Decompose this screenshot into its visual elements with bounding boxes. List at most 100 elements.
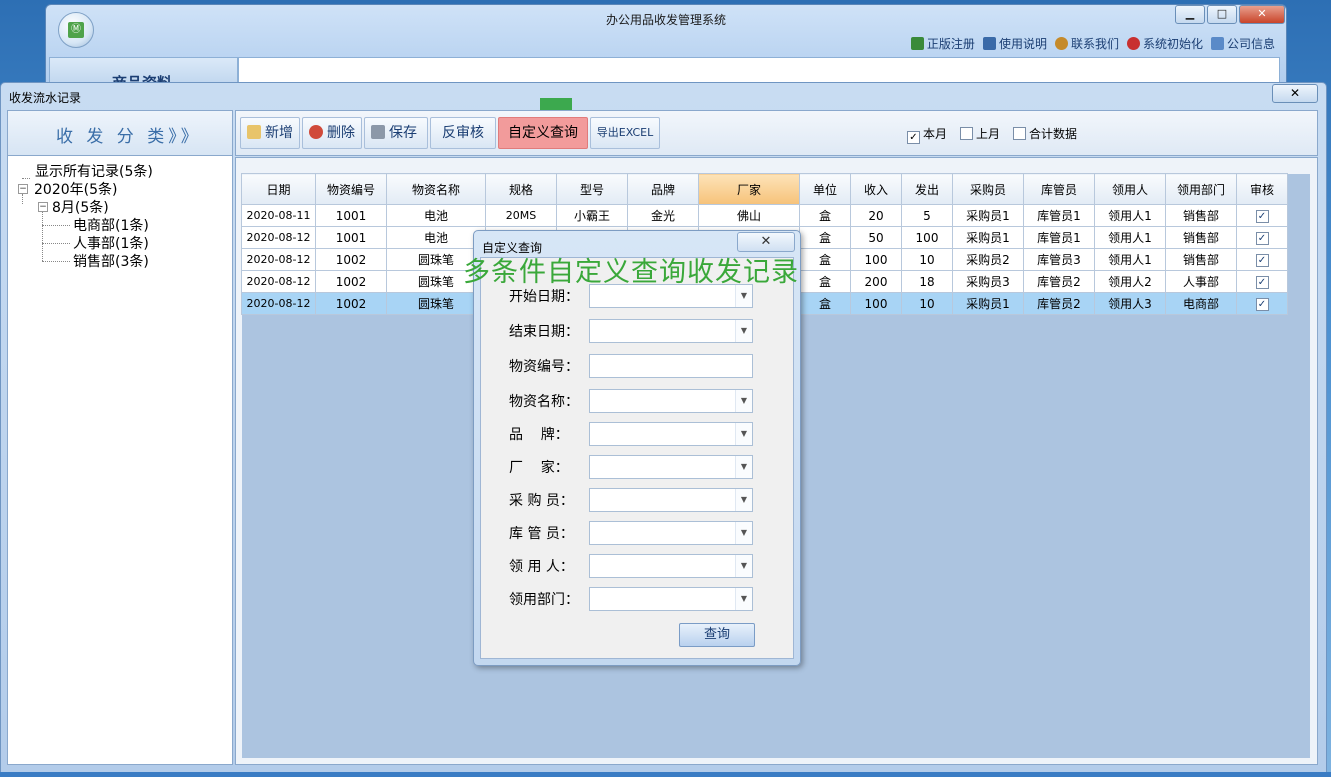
tree-item-dept[interactable]: 人事部(1条)	[73, 233, 149, 253]
tree-connector	[42, 243, 70, 244]
menu-company-label: 公司信息	[1226, 37, 1275, 51]
chevron-down-icon[interactable]: ▼	[735, 555, 752, 577]
tree-connector	[42, 225, 70, 226]
dialog-close-button[interactable]: ✕	[737, 232, 795, 252]
tree-item-all[interactable]: 显示所有记录(5条)	[35, 161, 153, 181]
table-cell[interactable]: ✓	[1236, 292, 1288, 315]
tree-collapse-icon[interactable]: −	[18, 184, 28, 194]
audit-check-icon[interactable]: ✓	[1255, 232, 1269, 245]
table-cell: 金光	[627, 204, 699, 227]
column-header[interactable]: 库管员	[1023, 173, 1095, 205]
delete-label: 删除	[327, 125, 355, 141]
table-cell: 50	[850, 226, 902, 249]
tree-connector	[22, 194, 23, 204]
table-cell: 1001	[315, 204, 387, 227]
chevron-down-icon[interactable]: ▼	[735, 489, 752, 511]
table-cell: 10	[901, 248, 953, 271]
audit-check-icon[interactable]: ✓	[1255, 276, 1269, 289]
column-header[interactable]: 品牌	[627, 173, 699, 205]
last-month-checkbox[interactable]: 上月	[960, 125, 1000, 142]
audit-check-icon[interactable]: ✓	[1255, 298, 1269, 311]
table-cell: 销售部	[1165, 226, 1237, 249]
query-combo[interactable]: ▼	[589, 554, 753, 578]
menu-init-label: 系统初始化	[1142, 37, 1203, 51]
init-icon	[1126, 37, 1140, 50]
this-month-checkbox[interactable]: ✓ 本月	[907, 125, 947, 144]
maximize-button[interactable]: □	[1207, 5, 1237, 24]
table-cell[interactable]: ✓	[1236, 204, 1288, 227]
query-combo[interactable]: ▼	[589, 521, 753, 545]
table-cell: 采购员1	[952, 204, 1024, 227]
query-input[interactable]	[589, 354, 753, 378]
chevron-down-icon[interactable]: ▼	[735, 390, 752, 412]
total-checkbox[interactable]: 合计数据	[1013, 125, 1077, 142]
column-header[interactable]: 厂家	[698, 173, 800, 205]
records-close-button[interactable]: ✕	[1272, 84, 1318, 103]
column-header[interactable]: 日期	[241, 173, 316, 205]
tree-connector	[42, 212, 43, 261]
query-combo[interactable]: ▼	[589, 389, 753, 413]
tree-item-month[interactable]: 8月(5条)	[52, 197, 109, 217]
menu-manual[interactable]: 使用说明	[982, 35, 1047, 52]
tree-item-dept[interactable]: 电商部(1条)	[73, 215, 149, 235]
audit-check-icon[interactable]: ✓	[1255, 254, 1269, 267]
column-header[interactable]: 领用部门	[1165, 173, 1237, 205]
tree-collapse-icon[interactable]: −	[38, 202, 48, 212]
chevron-down-icon[interactable]: ▼	[735, 320, 752, 342]
chevron-down-icon[interactable]: ▼	[735, 456, 752, 478]
column-header[interactable]: 单位	[799, 173, 851, 205]
column-header[interactable]: 收入	[850, 173, 902, 205]
table-cell: 领用人1	[1094, 248, 1166, 271]
query-combo[interactable]: ▼	[589, 319, 753, 343]
field-label: 物资名称：	[509, 394, 579, 410]
last-month-check-icon	[960, 127, 973, 140]
save-icon	[371, 125, 385, 139]
add-button[interactable]: 新增	[240, 117, 300, 149]
query-combo[interactable]: ▼	[589, 587, 753, 611]
query-combo[interactable]: ▼	[589, 455, 753, 479]
column-header[interactable]: 领用人	[1094, 173, 1166, 205]
table-cell: 盒	[799, 204, 851, 227]
close-button[interactable]: ✕	[1239, 5, 1285, 24]
query-combo[interactable]: ▼	[589, 488, 753, 512]
custom-query-button[interactable]: 自定义查询	[498, 117, 588, 149]
category-panel: 收 发 分 类》》 显示所有记录(5条) − 2020年(5条) − 8月(5条…	[7, 110, 233, 765]
table-cell: 领用人1	[1094, 226, 1166, 249]
table-cell: 库管员2	[1023, 292, 1095, 315]
tree-item-dept[interactable]: 销售部(3条)	[73, 251, 149, 271]
chevron-down-icon[interactable]: ▼	[735, 588, 752, 610]
table-cell[interactable]: ✓	[1236, 226, 1288, 249]
column-header[interactable]: 型号	[556, 173, 628, 205]
audit-check-icon[interactable]: ✓	[1255, 210, 1269, 223]
column-header[interactable]: 采购员	[952, 173, 1024, 205]
table-cell: 领用人2	[1094, 270, 1166, 293]
chevron-down-icon[interactable]: ▼	[735, 522, 752, 544]
delete-button[interactable]: 删除	[302, 117, 362, 149]
field-label: 库 管 员：	[509, 526, 574, 542]
column-header[interactable]: 发出	[901, 173, 953, 205]
column-header[interactable]: 物资名称	[386, 173, 486, 205]
tree-item-year[interactable]: 2020年(5条)	[34, 179, 117, 199]
chevron-down-icon[interactable]: ▼	[735, 423, 752, 445]
table-cell[interactable]: ✓	[1236, 270, 1288, 293]
table-row[interactable]: 2020-08-11 1001 电池 20MS 小霸王 金光 佛山盒 20 5 采购员1 库管员1 领…	[241, 204, 1288, 227]
column-header[interactable]: 物资编号	[315, 173, 387, 205]
column-header[interactable]: 审核	[1236, 173, 1288, 205]
menu-company[interactable]: 公司信息	[1210, 35, 1275, 52]
save-button[interactable]: 保存	[364, 117, 428, 149]
query-button[interactable]: 查询	[679, 623, 755, 647]
export-excel-button[interactable]: 导出EXCEL	[590, 117, 660, 149]
table-cell: 库管员1	[1023, 226, 1095, 249]
menu-register[interactable]: 正版注册	[910, 35, 975, 52]
menu-init[interactable]: 系统初始化	[1126, 35, 1203, 52]
minimize-button[interactable]: ▁	[1175, 5, 1205, 24]
table-cell: 10	[901, 292, 953, 315]
tree-connector	[42, 261, 70, 262]
table-cell: 200	[850, 270, 902, 293]
table-cell: 人事部	[1165, 270, 1237, 293]
query-combo[interactable]: ▼	[589, 422, 753, 446]
table-cell[interactable]: ✓	[1236, 248, 1288, 271]
column-header[interactable]: 规格	[485, 173, 557, 205]
unaudit-button[interactable]: 反审核	[430, 117, 496, 149]
menu-contact[interactable]: 联系我们	[1054, 35, 1119, 52]
